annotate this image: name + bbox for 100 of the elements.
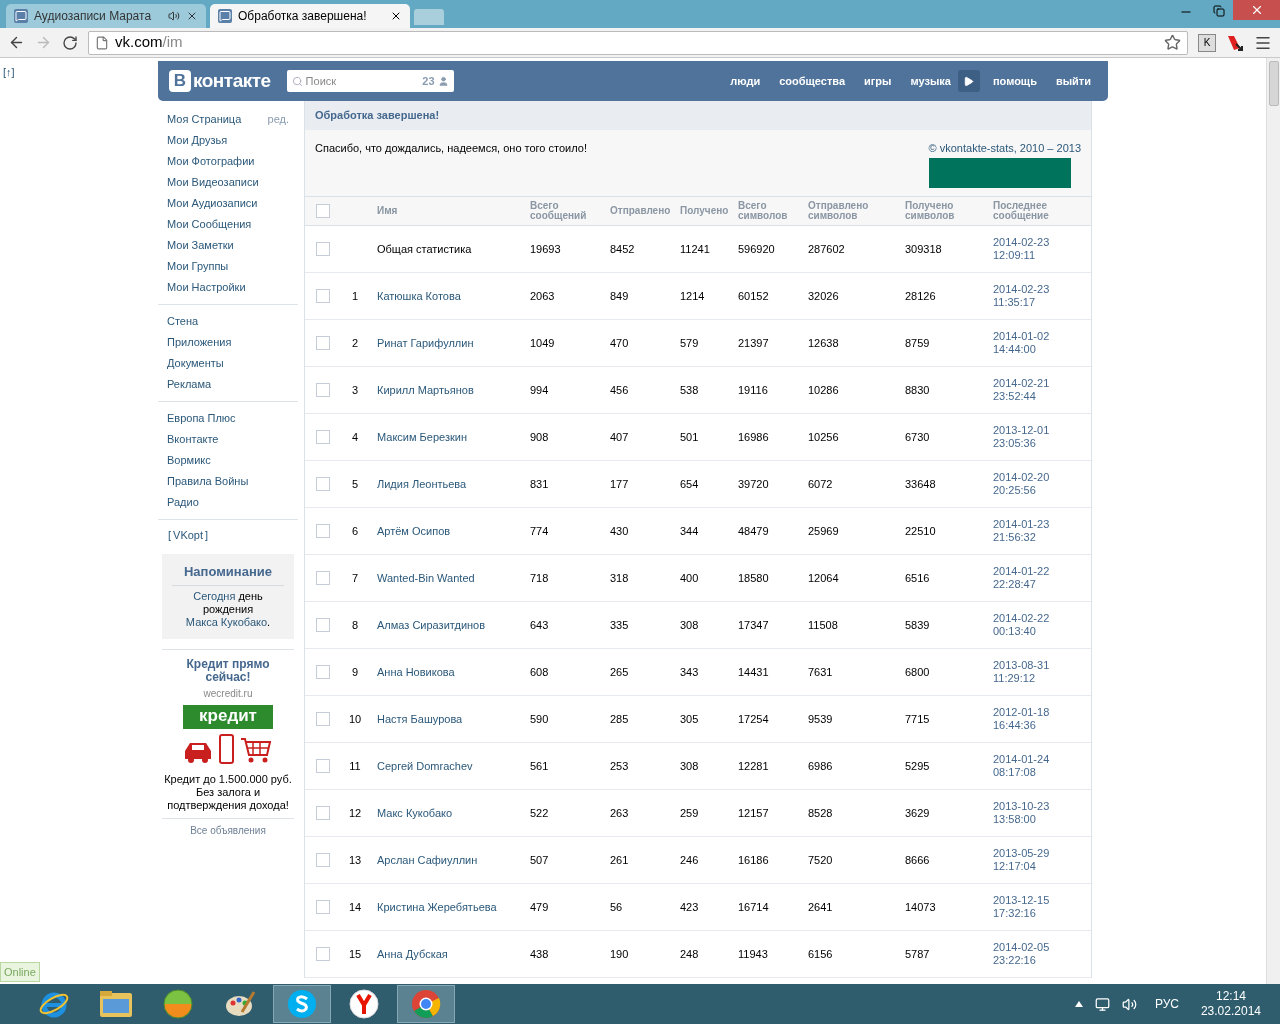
sidebar-link[interactable]: Мои Аудиозаписи: [167, 195, 258, 212]
sidebar-link[interactable]: Моя Страница: [167, 111, 242, 128]
sidebar-link[interactable]: Мои Настройки: [167, 279, 246, 296]
contact-link[interactable]: Wanted-Bin Wanted: [377, 571, 475, 584]
vkopt-link[interactable]: VKopt: [173, 526, 204, 544]
row-checkbox[interactable]: [316, 477, 330, 491]
browser-tab[interactable]: Аудиозаписи Марата: [6, 4, 206, 28]
close-icon[interactable]: [390, 10, 402, 22]
row-checkbox[interactable]: [316, 242, 330, 256]
row-checkbox[interactable]: [316, 430, 330, 444]
sidebar-link[interactable]: Стена: [167, 313, 199, 330]
sidebar-link[interactable]: Мои Группы: [167, 258, 229, 275]
row-checkbox[interactable]: [316, 383, 330, 397]
sidebar-link[interactable]: Приложения: [167, 334, 232, 351]
table-cell: 12157: [738, 806, 769, 819]
sidebar-link[interactable]: Радио: [167, 494, 199, 511]
contact-link[interactable]: Анна Новикова: [377, 665, 455, 678]
browser-tab[interactable]: Обработка завершена!: [210, 4, 410, 28]
play-button[interactable]: [957, 70, 980, 92]
search-input[interactable]: Поиск: [305, 72, 420, 90]
row-number: 7: [351, 571, 359, 584]
contact-link[interactable]: Лидия Леонтьева: [377, 477, 467, 490]
sidebar-link[interactable]: Мои Видеозаписи: [167, 174, 259, 191]
nav-link[interactable]: музыка: [910, 72, 951, 90]
taskbar-app[interactable]: [273, 985, 331, 1023]
contact-link[interactable]: Анна Дубская: [377, 947, 448, 960]
contact-link[interactable]: Кирилл Мартьянов: [377, 383, 474, 396]
table-cell: 60152: [738, 289, 769, 302]
row-checkbox[interactable]: [316, 571, 330, 585]
nav-link[interactable]: игры: [864, 72, 892, 90]
row-checkbox[interactable]: [316, 712, 330, 726]
reload-icon[interactable]: [62, 34, 78, 51]
scrollbar-thumb[interactable]: [1268, 61, 1279, 106]
network-icon[interactable]: [1094, 996, 1110, 1012]
contact-link[interactable]: Настя Башурова: [377, 712, 463, 725]
scroll-up-link[interactable]: [↑]: [3, 64, 15, 81]
show-hidden-icons[interactable]: [1074, 1001, 1083, 1007]
sidebar-link[interactable]: Мои Фотографии: [167, 153, 255, 170]
table-cell: 309318: [905, 242, 942, 255]
logo-mark[interactable]: В: [169, 70, 191, 92]
contact-link[interactable]: Катюшка Котова: [377, 289, 461, 302]
logo-text[interactable]: контакте: [193, 66, 271, 96]
clock[interactable]: 12:14 23.02.2014: [1196, 989, 1265, 1019]
message-time: 22:28:47: [993, 578, 1037, 591]
ad-banner[interactable]: кредит: [183, 704, 273, 729]
contact-link[interactable]: Артём Осипов: [377, 524, 451, 537]
contact-link[interactable]: Алмаз Сиразитдинов: [377, 618, 486, 631]
row-checkbox[interactable]: [316, 806, 330, 820]
message-time: 17:32:16: [993, 907, 1037, 920]
row-checkbox[interactable]: [316, 759, 330, 773]
select-all-checkbox[interactable]: [316, 204, 330, 218]
sidebar-link[interactable]: Вормикс: [167, 452, 211, 469]
contact-link[interactable]: Макс Кукобако: [377, 806, 453, 819]
sidebar-link[interactable]: Документы: [167, 355, 224, 372]
extension-button[interactable]: K: [1198, 33, 1216, 52]
row-checkbox[interactable]: [316, 853, 330, 867]
sidebar-link[interactable]: Мои Заметки: [167, 237, 234, 254]
back-icon[interactable]: [8, 34, 25, 51]
forward-icon[interactable]: [35, 34, 52, 51]
close-window-button[interactable]: [1233, 0, 1280, 20]
new-tab-button[interactable]: [414, 9, 444, 25]
table-cell: 48479: [738, 524, 769, 537]
nav-link[interactable]: сообщества: [779, 72, 845, 90]
row-number: 10: [348, 712, 362, 725]
restore-icon[interactable]: [1213, 5, 1225, 17]
nav-link[interactable]: помощь: [992, 72, 1037, 90]
row-checkbox[interactable]: [316, 524, 330, 538]
close-icon[interactable]: [186, 10, 198, 22]
sidebar-link[interactable]: Реклама: [167, 376, 212, 393]
row-checkbox[interactable]: [316, 336, 330, 350]
row-checkbox[interactable]: [316, 289, 330, 303]
chrome-icon: [411, 989, 441, 1019]
ad-domain[interactable]: wecredit.ru: [162, 685, 294, 701]
sidebar-link[interactable]: Мои Сообщения: [167, 216, 252, 233]
shield-arrow-icon[interactable]: [1226, 33, 1244, 52]
address-field[interactable]: vk.com/im: [88, 30, 1188, 55]
row-checkbox[interactable]: [316, 947, 330, 961]
row-checkbox[interactable]: [316, 665, 330, 679]
contact-link[interactable]: Кристина Жеребятьева: [377, 900, 497, 913]
all-ads-link[interactable]: Все объявления: [162, 817, 294, 838]
bookmark-star-icon[interactable]: [1164, 34, 1181, 51]
volume-icon[interactable]: [1121, 996, 1137, 1012]
sidebar-link[interactable]: Европа Плюс: [167, 410, 236, 427]
language-indicator[interactable]: РУС: [1154, 995, 1179, 1013]
message-time: 11:35:17: [993, 296, 1036, 309]
nav-link[interactable]: люди: [730, 72, 761, 90]
reminder-link[interactable]: Сегодня: [193, 589, 236, 602]
row-checkbox[interactable]: [316, 900, 330, 914]
sidebar-link[interactable]: Вконтакте: [167, 431, 219, 448]
sidebar-link[interactable]: Мои Друзья: [167, 132, 228, 149]
bracket: [: [168, 527, 172, 543]
copyright-link[interactable]: © vkontakte-stats, 2010 – 2013: [928, 140, 1081, 157]
nav-link[interactable]: выйти: [1055, 72, 1091, 90]
contact-link[interactable]: Арслан Сафиуллин: [377, 853, 478, 866]
row-checkbox[interactable]: [316, 618, 330, 632]
contact-link[interactable]: Сергей Domrachev: [377, 759, 473, 772]
contact-link[interactable]: Ринат Гарифуллин: [377, 336, 474, 349]
sidebar-link[interactable]: Правила Войны: [167, 473, 249, 490]
contact-link[interactable]: Максим Березкин: [377, 430, 467, 443]
ad-title[interactable]: Кредит прямо сейчас!: [162, 657, 294, 684]
